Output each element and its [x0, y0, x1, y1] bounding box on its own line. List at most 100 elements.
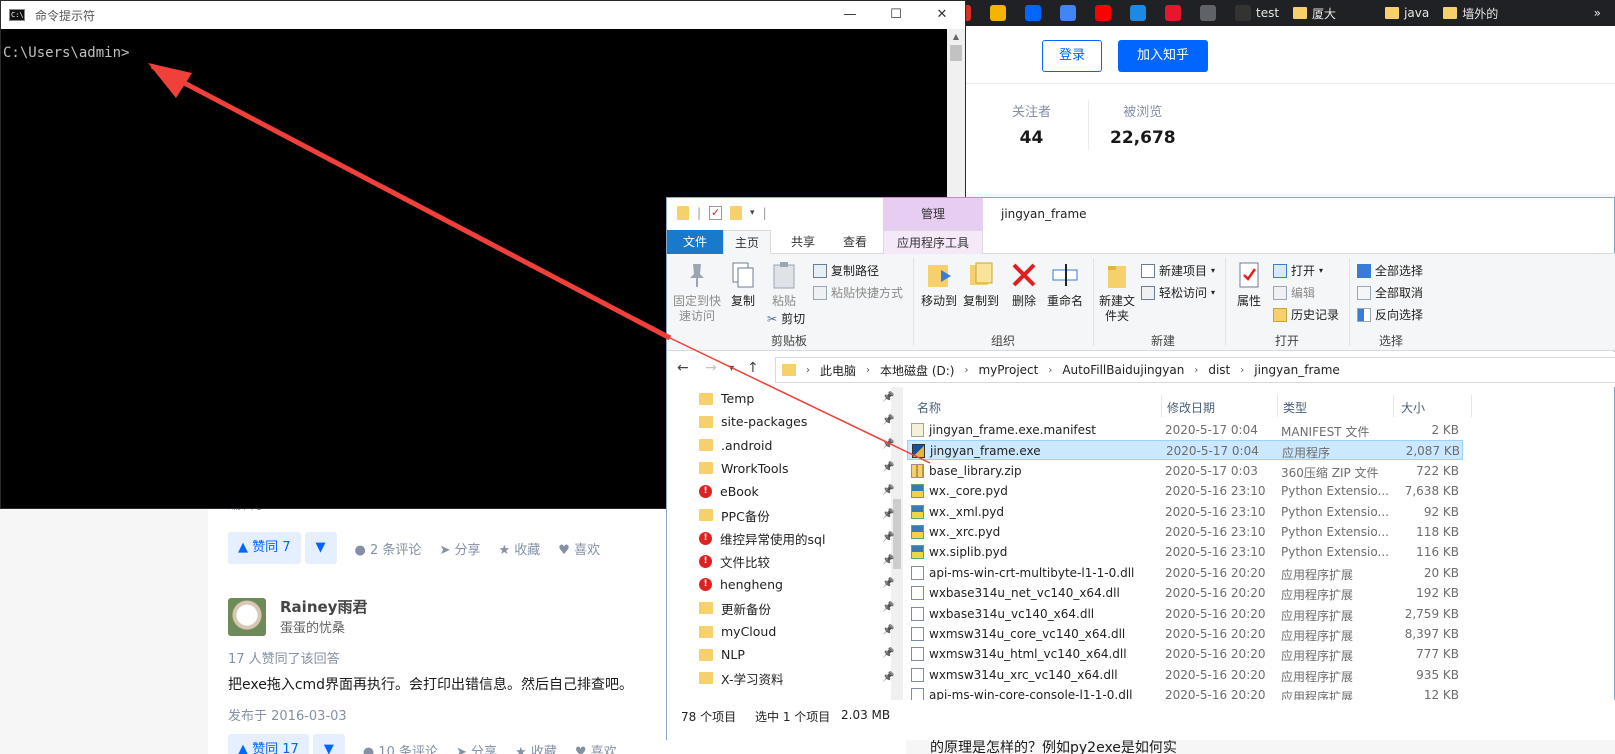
recent-locations-icon[interactable]: ▾ — [729, 363, 734, 374]
back-arrow-icon[interactable]: ← — [677, 360, 689, 376]
file-row[interactable]: base_library.zip 2020-5-17 0:03 360压缩 ZIP … — [907, 461, 1463, 481]
pin-icon[interactable]: 📌 — [882, 532, 894, 543]
open-button[interactable]: 打开 ▾ — [1273, 262, 1323, 279]
bookmark-item[interactable] — [1200, 0, 1221, 26]
column-type[interactable]: 类型 — [1283, 399, 1307, 416]
author-name[interactable]: Rainey雨君 — [280, 596, 367, 617]
pin-icon[interactable]: 📌 — [882, 439, 894, 450]
bookmark-item[interactable] — [1350, 0, 1371, 26]
properties-icon[interactable]: ✓ — [709, 206, 723, 220]
move-to-button[interactable]: 移动到 — [919, 260, 959, 309]
pin-icon[interactable]: 📌 — [882, 509, 894, 520]
tab-file[interactable]: 文件 — [667, 230, 723, 254]
scroll-up-icon[interactable]: ▲ — [947, 29, 965, 45]
scroll-thumb[interactable] — [950, 45, 962, 61]
pin-icon[interactable]: 📌 — [882, 578, 894, 589]
breadcrumb-item[interactable]: AutoFillBaidujingyan — [1062, 363, 1184, 377]
upvote-button[interactable]: ▲ 赞同 17 — [228, 734, 309, 754]
like-button[interactable]: ♥ 喜欢 — [558, 539, 600, 558]
like-button[interactable]: ♥ 喜欢 — [575, 741, 617, 754]
tree-item[interactable]: WrorkTools — [699, 457, 788, 480]
tree-item[interactable]: NLP — [699, 643, 745, 666]
collect-button[interactable]: ★ 收藏 — [515, 741, 557, 754]
explorer-window[interactable]: | ✓ ▾ | 管理 jingyan_frame 文件 主页 共享 查看 应用程… — [666, 197, 1615, 740]
tab-home[interactable]: 主页 — [723, 230, 771, 254]
chevron-right-icon[interactable]: › — [1048, 365, 1052, 376]
close-button[interactable]: ✕ — [919, 1, 965, 29]
invert-selection-button[interactable]: 反向选择 — [1357, 306, 1423, 323]
bookmark-item[interactable]: java — [1385, 0, 1429, 26]
column-name[interactable]: 名称 — [917, 399, 941, 416]
cmd-titlebar[interactable]: C:\ 命令提示符 — ☐ ✕ — [1, 1, 965, 29]
column-size[interactable]: 大小 — [1401, 399, 1425, 416]
file-row[interactable]: api-ms-win-core-console-l1-1-0.dll 2020-5… — [907, 685, 1463, 700]
minimize-button[interactable]: — — [827, 1, 873, 29]
cut-button[interactable]: ✂ 剪切 — [767, 310, 805, 327]
pin-icon[interactable]: 📌 — [882, 648, 894, 659]
tab-share[interactable]: 共享 — [779, 230, 827, 254]
chevron-right-icon[interactable]: › — [1194, 365, 1198, 376]
breadcrumb[interactable]: › 此电脑 › 本地磁盘 (D:) › myProject › AutoFillBaiduji… — [775, 357, 1615, 383]
file-row[interactable]: wx._xrc.pyd 2020-5-16 23:10 Python Extensi… — [907, 522, 1463, 542]
breadcrumb-item[interactable]: 此电脑 — [820, 362, 856, 379]
file-row[interactable]: wxmsw314u_xrc_vc140_x64.dll 2020-5-16 20:… — [907, 665, 1463, 685]
file-row[interactable]: wxmsw314u_html_vc140_x64.dll 2020-5-16 20… — [907, 644, 1463, 664]
select-all-button[interactable]: 全部选择 — [1357, 262, 1423, 279]
edit-button[interactable]: 编辑 — [1273, 284, 1315, 301]
paste-button[interactable]: 粘贴 — [765, 260, 803, 309]
breadcrumb-item[interactable]: 本地磁盘 (D:) — [880, 362, 954, 379]
column-date[interactable]: 修改日期 — [1167, 399, 1215, 416]
paste-shortcut-button[interactable]: 粘贴快捷方式 — [813, 284, 903, 301]
pin-icon[interactable]: 📌 — [882, 672, 894, 683]
tree-item[interactable]: .android — [699, 434, 772, 457]
file-row[interactable]: wx._core.pyd 2020-5-16 23:10 Python Extens… — [907, 481, 1463, 501]
new-folder-button[interactable]: 新建文件夹 — [1097, 260, 1137, 324]
pin-icon[interactable]: 📌 — [882, 462, 894, 473]
pin-icon[interactable]: 📌 — [882, 555, 894, 566]
maximize-button[interactable]: ☐ — [873, 1, 919, 29]
pin-icon[interactable]: 📌 — [882, 602, 894, 613]
pin-icon[interactable]: 📌 — [882, 415, 894, 426]
tree-item[interactable]: myCloud — [699, 620, 776, 643]
tree-item[interactable]: site-packages — [699, 410, 807, 433]
file-row[interactable]: wx._xml.pyd 2020-5-16 23:10 Python Extensi… — [907, 502, 1463, 522]
up-arrow-icon[interactable]: ↑ — [747, 360, 759, 376]
tree-item[interactable]: ! hengheng — [699, 573, 783, 596]
explorer-titlebar[interactable]: | ✓ ▾ | 管理 jingyan_frame — [667, 198, 1615, 230]
bookmark-item[interactable] — [1095, 0, 1116, 26]
forward-arrow-icon[interactable]: → — [705, 360, 717, 376]
tree-item[interactable]: PPC备份 — [699, 504, 770, 527]
breadcrumb-item[interactable]: dist — [1208, 363, 1230, 377]
column-divider[interactable] — [1393, 395, 1394, 417]
properties-button[interactable]: 属性 — [1229, 260, 1269, 309]
tree-item[interactable]: ! 文件比较 — [699, 550, 770, 573]
tab-view[interactable]: 查看 — [831, 230, 879, 254]
comments-button[interactable]: ● 10 条评论 — [363, 741, 438, 754]
share-button[interactable]: ➤ 分享 — [456, 741, 497, 754]
pin-icon[interactable]: 📌 — [882, 485, 894, 496]
file-row[interactable]: wxbase314u_vc140_x64.dll 2020-5-16 20:20 应… — [907, 604, 1463, 624]
chevron-right-icon[interactable]: › — [1240, 365, 1244, 376]
pin-icon[interactable]: 📌 — [882, 392, 894, 403]
bookmark-item[interactable] — [1130, 0, 1151, 26]
copy-button[interactable]: 复制 — [725, 260, 761, 309]
avatar[interactable] — [228, 598, 266, 636]
column-divider[interactable] — [1277, 395, 1278, 417]
copy-to-button[interactable]: 复制到 — [961, 260, 1001, 309]
file-row[interactable]: jingyan_frame.exe 2020-5-17 0:04 应用程序 2,087… — [907, 440, 1463, 461]
file-row[interactable]: wxmsw314u_core_vc140_x64.dll 2020-5-16 20… — [907, 624, 1463, 644]
bookmark-item[interactable] — [1025, 0, 1046, 26]
bookmark-item[interactable]: 厦大 — [1293, 0, 1336, 26]
downvote-button[interactable]: ▼ — [304, 532, 337, 564]
tree-item[interactable]: ! eBook — [699, 480, 759, 503]
file-row[interactable]: jingyan_frame.exe.manifest 2020-5-17 0:04… — [907, 420, 1463, 440]
bookmark-item[interactable] — [1165, 0, 1186, 26]
copy-path-button[interactable]: 复制路径 — [813, 262, 879, 279]
history-button[interactable]: 历史记录 — [1273, 306, 1339, 323]
column-divider[interactable] — [1161, 395, 1162, 417]
easy-access-button[interactable]: 轻松访问 ▾ — [1141, 284, 1215, 301]
new-item-button[interactable]: 新建项目 ▾ — [1141, 262, 1215, 279]
bookmark-item[interactable] — [1060, 0, 1081, 26]
tree-item[interactable]: 更新备份 — [699, 597, 771, 620]
chevron-right-icon[interactable]: › — [866, 365, 870, 376]
